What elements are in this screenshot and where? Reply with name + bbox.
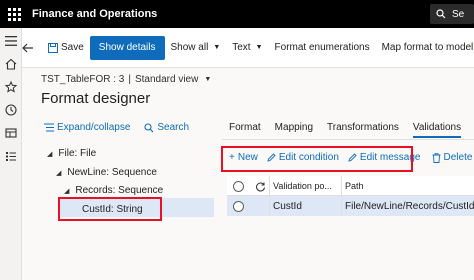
delete-button[interactable]: Delete bbox=[432, 152, 473, 163]
back-button[interactable] bbox=[22, 28, 34, 68]
text-dropdown[interactable]: Text ▼ bbox=[226, 36, 268, 60]
refresh-icon[interactable] bbox=[255, 176, 266, 196]
app-launcher-icon[interactable] bbox=[0, 0, 28, 28]
breadcrumb-separator: | bbox=[128, 74, 131, 85]
tab-strip: Format Mapping Transformations Validatio… bbox=[229, 122, 474, 138]
column-divider bbox=[269, 176, 270, 196]
tree-node-newline[interactable]: ◢ NewLine: Sequence bbox=[56, 167, 157, 178]
select-all-radio[interactable] bbox=[233, 176, 244, 196]
trash-icon bbox=[432, 152, 440, 163]
collapse-triangle-icon[interactable]: ◢ bbox=[47, 150, 52, 158]
grid-header: Validation po... Path bbox=[227, 176, 474, 196]
row-select-radio[interactable] bbox=[233, 196, 244, 216]
search-icon bbox=[436, 9, 446, 19]
top-bar: Finance and Operations Se bbox=[0, 0, 474, 28]
column-divider bbox=[341, 176, 342, 196]
tree-search-label: Search bbox=[157, 122, 190, 133]
left-navigation bbox=[0, 28, 22, 280]
back-arrow-icon bbox=[22, 43, 33, 52]
tree-node-label: Records: Sequence bbox=[75, 185, 164, 196]
tab-transformations[interactable]: Transformations bbox=[327, 122, 399, 138]
column-header-validation-point[interactable]: Validation po... bbox=[273, 176, 337, 196]
chevron-down-icon[interactable]: ▼ bbox=[204, 76, 211, 83]
collapse-triangle-icon[interactable]: ◢ bbox=[56, 169, 61, 177]
text-label: Text bbox=[232, 42, 251, 53]
column-divider bbox=[341, 196, 342, 216]
home-icon[interactable] bbox=[4, 57, 18, 71]
search-label: Se bbox=[452, 8, 465, 20]
search-button[interactable]: Se bbox=[430, 4, 474, 24]
expand-collapse-label: Expand/collapse bbox=[57, 122, 131, 133]
tree-node-label: File: File bbox=[58, 148, 97, 159]
workspaces-icon[interactable] bbox=[4, 126, 18, 140]
show-all-dropdown[interactable]: Show all ▼ bbox=[165, 36, 227, 60]
highlight-box-actions bbox=[221, 146, 413, 172]
modules-list-icon[interactable] bbox=[4, 149, 18, 163]
show-details-button[interactable]: Show details bbox=[89, 35, 165, 60]
save-disk-icon bbox=[48, 42, 58, 53]
tab-validations[interactable]: Validations bbox=[412, 122, 462, 138]
tree-node-records[interactable]: ◢ Records: Sequence bbox=[64, 185, 163, 196]
app-title: Finance and Operations bbox=[32, 8, 158, 20]
save-button[interactable]: Save bbox=[42, 36, 90, 60]
tree-node-file[interactable]: ◢ File: File bbox=[47, 148, 96, 159]
tab-divider bbox=[222, 139, 474, 140]
search-icon bbox=[144, 122, 154, 132]
highlight-box-custid bbox=[58, 197, 162, 221]
column-header-path[interactable]: Path bbox=[345, 176, 364, 196]
map-format-to-model-button[interactable]: Map format to model bbox=[376, 36, 474, 60]
cell-validation-point[interactable]: CustId bbox=[273, 196, 302, 216]
breadcrumb: TST_TableFOR : 3 | Standard view ▼ bbox=[41, 74, 211, 85]
page-title: Format designer bbox=[41, 90, 151, 107]
cell-path[interactable]: File/NewLine/Records/CustId bbox=[345, 196, 474, 216]
save-label: Save bbox=[61, 42, 84, 53]
favorites-star-icon[interactable] bbox=[4, 80, 18, 94]
chevron-down-icon: ▼ bbox=[255, 44, 263, 51]
tree-toolbar: Expand/collapse Search bbox=[44, 122, 189, 133]
expand-collapse-button[interactable]: Expand/collapse bbox=[44, 122, 130, 133]
view-selector[interactable]: Standard view bbox=[135, 74, 198, 85]
tab-format[interactable]: Format bbox=[229, 122, 261, 138]
tab-mapping[interactable]: Mapping bbox=[275, 122, 313, 138]
record-name: TST_TableFOR : 3 bbox=[41, 74, 125, 85]
recent-clock-icon[interactable] bbox=[4, 103, 18, 117]
list-icon bbox=[44, 123, 54, 132]
chevron-down-icon: ▼ bbox=[213, 44, 221, 51]
hamburger-menu-icon[interactable] bbox=[4, 34, 18, 48]
column-divider bbox=[269, 196, 270, 216]
delete-label: Delete bbox=[443, 152, 473, 163]
collapse-triangle-icon[interactable]: ◢ bbox=[64, 187, 69, 195]
tree-node-label: NewLine: Sequence bbox=[67, 167, 157, 178]
format-enumerations-button[interactable]: Format enumerations bbox=[269, 36, 376, 60]
action-pane: Save Show details Show all ▼ Text ▼ Format… bbox=[22, 28, 474, 68]
table-row[interactable]: CustId File/NewLine/Records/CustId bbox=[227, 196, 474, 216]
show-all-label: Show all bbox=[170, 42, 209, 53]
tree-search-button[interactable]: Search bbox=[144, 122, 189, 133]
